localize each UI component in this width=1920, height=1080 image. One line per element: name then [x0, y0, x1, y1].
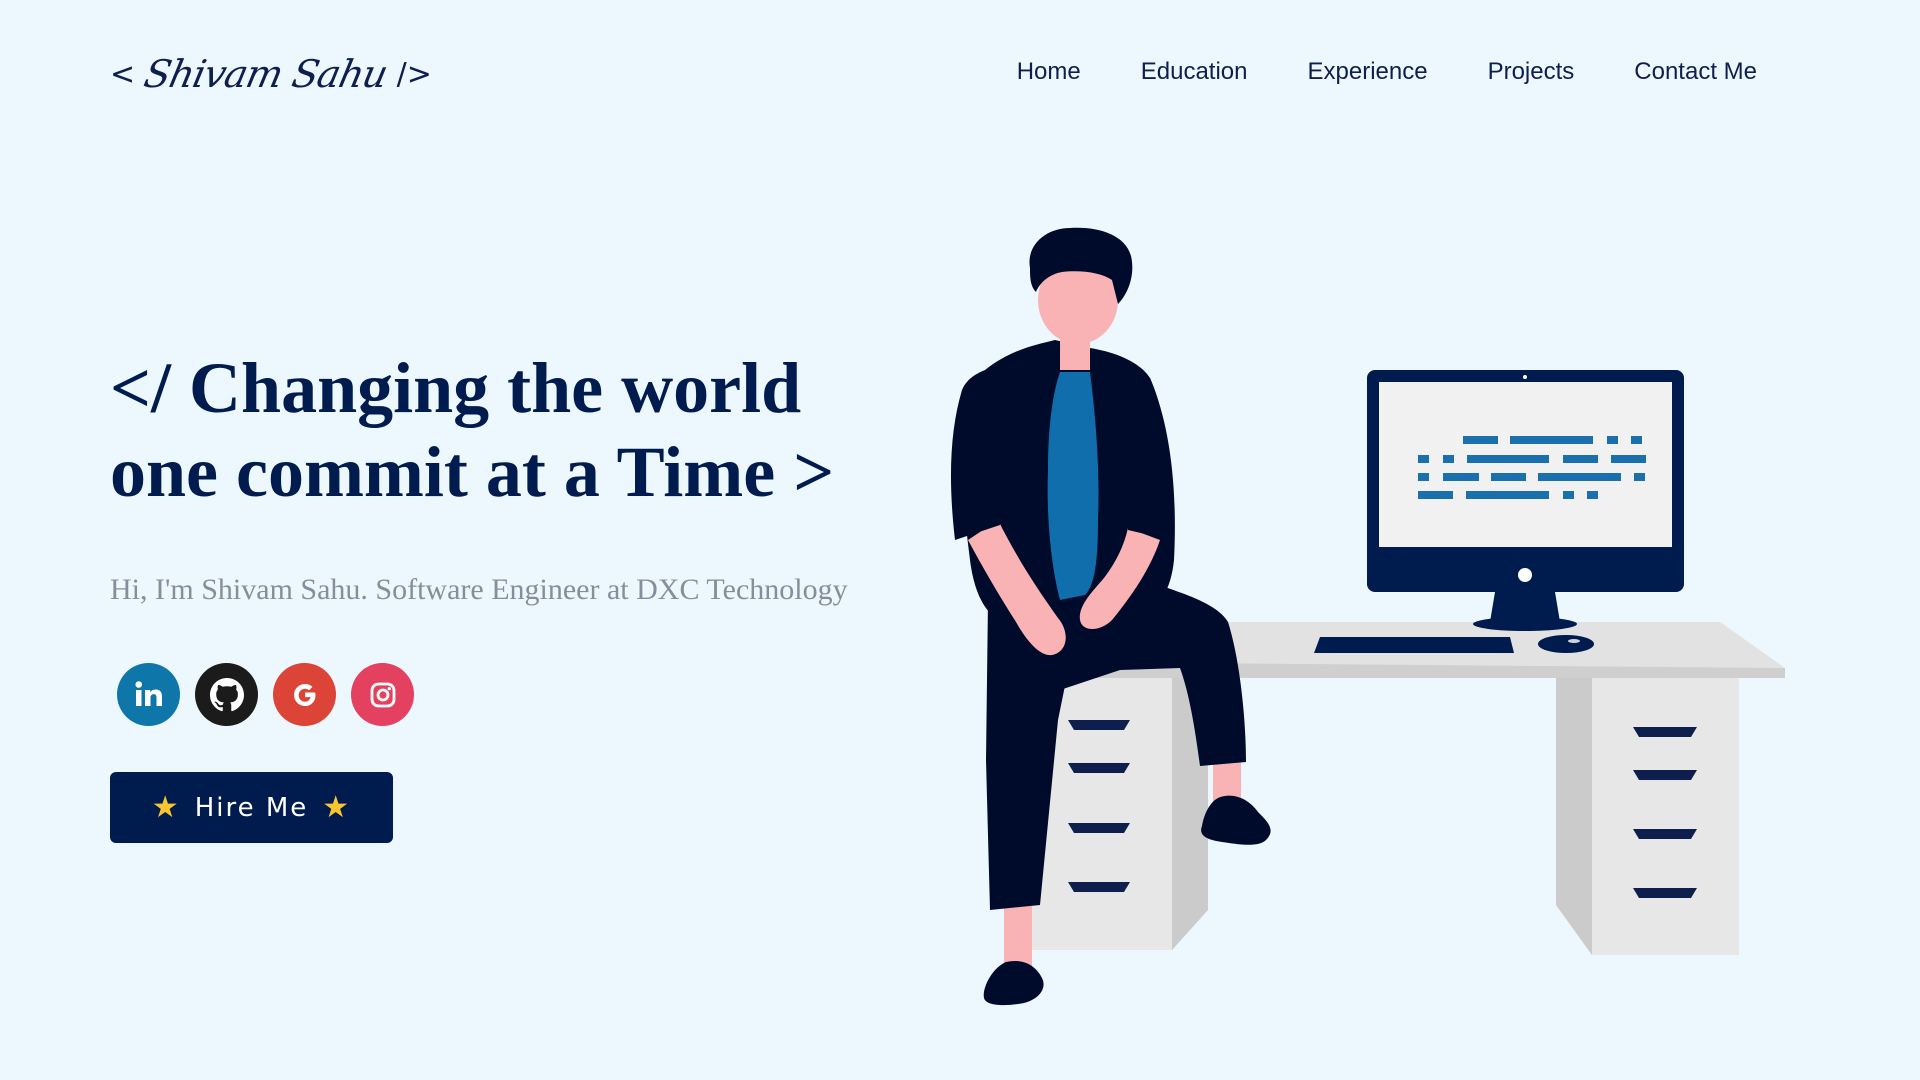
nav-contact-me[interactable]: Contact Me — [1634, 58, 1757, 86]
nav-home[interactable]: Home — [1017, 58, 1081, 86]
front-shoe — [1201, 795, 1271, 845]
star-icon: ★ — [151, 790, 181, 825]
instagram-icon — [370, 682, 395, 707]
keyboard — [1314, 637, 1514, 653]
google-icon — [293, 683, 315, 706]
nav-education[interactable]: Education — [1141, 58, 1248, 86]
back-ankle — [1004, 906, 1032, 966]
page: < Shivam Sahu /> Home Education Experien… — [0, 0, 1896, 1080]
star-icon: ★ — [322, 790, 352, 825]
logo-close-bracket: /> — [396, 56, 432, 92]
back-shoe — [983, 960, 1044, 1006]
logo-open-bracket: < — [110, 56, 136, 92]
instagram-button[interactable] — [351, 663, 414, 726]
hire-me-button[interactable]: ★ Hire Me ★ — [110, 772, 393, 843]
social-links — [117, 663, 414, 726]
nav-projects[interactable]: Projects — [1488, 58, 1575, 86]
monitor-base — [1473, 617, 1577, 631]
monitor-screen — [1379, 382, 1672, 547]
right-cabinet-side — [1556, 678, 1592, 955]
shirt — [1047, 372, 1099, 600]
linkedin-button[interactable] — [117, 663, 180, 726]
mouse-highlight — [1568, 639, 1580, 643]
left-sleeve — [950, 390, 1004, 540]
google-button[interactable] — [273, 663, 336, 726]
github-icon — [209, 677, 244, 711]
main-nav: Home Education Experience Projects Conta… — [1017, 58, 1757, 86]
github-button[interactable] — [195, 663, 258, 726]
developer-at-desk-illustration — [950, 227, 1785, 1006]
hero-headline-line-1: </ Changing the world — [110, 348, 802, 428]
logo-signature: Shivam Sahu — [140, 52, 392, 96]
hire-me-label: Hire Me — [194, 792, 309, 823]
linkedin-icon — [134, 680, 162, 706]
site-logo[interactable]: < Shivam Sahu /> — [110, 44, 432, 104]
right-cabinet-front — [1592, 678, 1739, 955]
hero-headline-line-2: one commit at a Time > — [110, 432, 835, 512]
hero-headline: </ Changing the world one commit at a Ti… — [110, 346, 910, 514]
hero-subtitle: Hi, I'm Shivam Sahu. Software Engineer a… — [110, 573, 848, 606]
monitor-camera — [1523, 375, 1527, 379]
mouse — [1538, 635, 1594, 653]
nav-experience[interactable]: Experience — [1308, 58, 1428, 86]
monitor-power-button — [1518, 568, 1532, 582]
